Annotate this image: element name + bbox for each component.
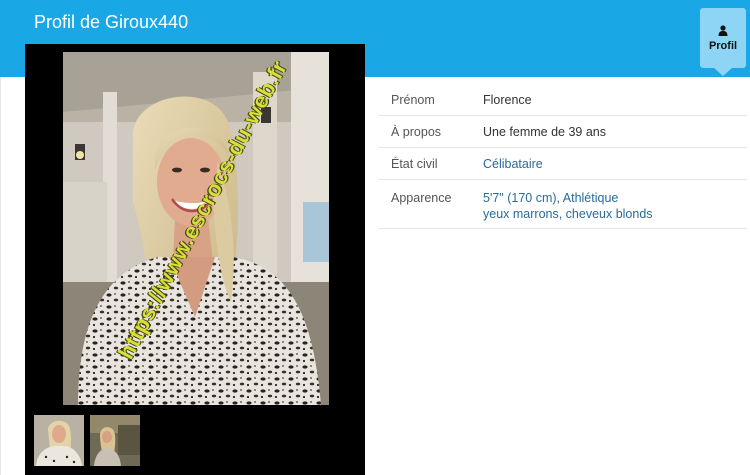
appearance-features-link[interactable]: yeux marrons, cheveux blonds	[483, 206, 747, 222]
profile-info-table: Prénom Florence À propos Une femme de 39…	[378, 84, 747, 229]
info-label: Prénom	[391, 93, 435, 107]
appearance-build-link[interactable]: 5'7" (170 cm), Athlétique	[483, 190, 747, 206]
info-row-about: À propos Une femme de 39 ans	[378, 115, 747, 147]
info-label: Apparence	[391, 190, 452, 205]
tab-active-indicator	[714, 68, 732, 76]
appearance-value: 5'7" (170 cm), Athlétique yeux marrons, …	[483, 179, 747, 228]
page-title: Profil de Giroux440	[34, 12, 189, 32]
info-row-marital-status: État civil Célibataire	[378, 147, 747, 179]
profile-tab-button[interactable]: Profil	[700, 8, 746, 68]
profile-tab-label: Profil	[708, 39, 738, 52]
info-label: À propos	[391, 124, 442, 139]
info-value: Une femme de 39 ans	[483, 124, 606, 139]
info-row-appearance: Apparence 5'7" (170 cm), Athlétique yeux…	[378, 179, 747, 228]
photo-thumbnail[interactable]	[90, 415, 140, 466]
info-label: État civil	[391, 156, 438, 171]
photo-thumbnail[interactable]	[34, 415, 84, 466]
user-icon	[718, 24, 728, 36]
photo-gallery: https://www.escrocs-du-web.fr	[25, 44, 365, 475]
main-profile-photo[interactable]: https://www.escrocs-du-web.fr	[63, 52, 329, 405]
marital-status-link[interactable]: Célibataire	[483, 147, 747, 179]
info-row-first-name: Prénom Florence	[378, 84, 747, 115]
info-value: Florence	[483, 93, 532, 107]
